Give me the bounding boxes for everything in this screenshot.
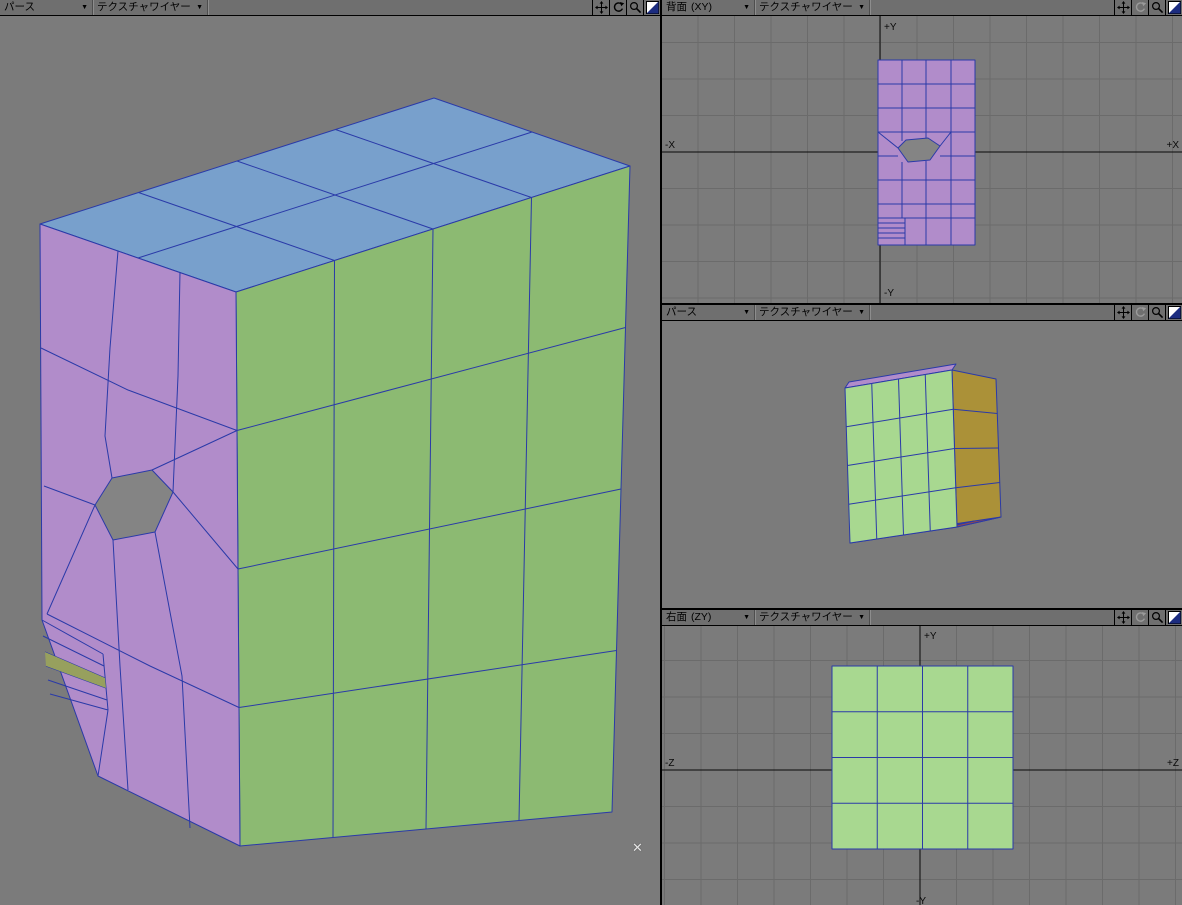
box-mesh-large [39,97,631,847]
header-spacer [208,0,592,15]
rotate-icon [1135,2,1146,12]
pan-button[interactable] [1114,610,1131,625]
display-mode-dropdown[interactable]: テクスチャワイヤー ▼ [755,0,870,15]
right-view-canvas[interactable]: +Y -Z +Z -Y [662,626,1182,905]
view-mode-dropdown[interactable]: 背面 (XY) ▼ [662,0,755,15]
move-icon [1116,611,1130,624]
axis-label-bottom: -Y [884,288,894,299]
rotate-icon [613,2,624,12]
axis-label-left: -X [665,140,675,151]
box-mesh-small [844,363,1002,544]
display-mode-label: テクスチャワイヤー [759,611,853,623]
viewport-header: パース ▼ テクスチャワイヤー ▼ [0,0,660,16]
display-mode-dropdown[interactable]: テクスチャワイヤー ▼ [755,610,870,625]
maximize-button[interactable] [1165,610,1182,625]
magnifier-icon [1151,611,1163,624]
rotate-icon [1135,307,1146,317]
perspective-sub-canvas[interactable] [662,321,1182,608]
move-icon [1116,306,1130,319]
mesh-back-projection [877,59,976,246]
chevron-down-icon: ▼ [743,309,750,316]
header-spacer [870,0,1114,15]
view-mode-dropdown[interactable]: パース ▼ [0,0,93,15]
rotate-button[interactable] [609,0,626,15]
header-spacer [870,610,1114,625]
maximize-button[interactable] [1165,305,1182,320]
rotate-icon [1135,612,1146,622]
move-icon [594,1,608,14]
axis-label-top: +Y [884,22,897,33]
viewport-right: 右面 (ZY) ▼ テクスチャワイヤー ▼ +Y -Z +Z -Y [662,610,1182,905]
box-side-face [951,369,1002,528]
rotate-button [1131,305,1148,320]
mesh-right-projection [831,665,1014,850]
view-axis-suffix: (XY) [691,1,712,13]
viewport-perspective-sub: パース ▼ テクスチャワイヤー ▼ [662,305,1182,608]
pan-button[interactable] [592,0,609,15]
box-front-face [39,223,241,847]
back-view-canvas[interactable]: +Y -X +X -Y [662,16,1182,303]
magnifier-icon [1151,306,1163,319]
view-mode-label: パース [666,306,697,318]
maximize-button[interactable] [1165,0,1182,15]
zoom-button[interactable] [1148,610,1165,625]
move-icon [1116,1,1130,14]
view-mode-label: パース [4,1,35,13]
view-axis-suffix: (ZY) [691,611,712,623]
perspective-main-canvas[interactable]: ✕ [0,16,660,905]
chevron-down-icon: ▼ [858,614,865,621]
maximize-icon [1167,306,1181,319]
maximize-button[interactable] [643,0,660,15]
maximize-icon [1167,1,1181,14]
display-mode-label: テクスチャワイヤー [759,306,853,318]
box-front-face [844,369,958,544]
maximize-icon [645,1,659,14]
axis-label-left: -Z [665,758,674,769]
zoom-button[interactable] [626,0,643,15]
back-view-graphic: +Y -X +X -Y [662,16,1182,303]
axis-label-right: +Z [1167,758,1179,769]
modeler-window: パース ▼ テクスチャワイヤー ▼ ✕ 背面 (XY) ▼ テクスチャワイヤー … [0,0,1182,905]
axis-label-right: +X [1166,140,1179,151]
display-mode-dropdown[interactable]: テクスチャワイヤー ▼ [93,0,208,15]
rotate-button [1131,610,1148,625]
rotate-button [1131,0,1148,15]
right-viewport-column: 背面 (XY) ▼ テクスチャワイヤー ▼ +Y -X +X -Y パース ▼ … [662,0,1182,905]
magnifier-icon [629,1,641,14]
chevron-down-icon: ▼ [743,614,750,621]
viewport-back: 背面 (XY) ▼ テクスチャワイヤー ▼ +Y -X +X -Y [662,0,1182,303]
display-mode-label: テクスチャワイヤー [97,1,191,13]
magnifier-icon [1151,1,1163,14]
view-mode-label: 背面 [666,1,687,13]
display-mode-dropdown[interactable]: テクスチャワイヤー ▼ [755,305,870,320]
right-view-graphic: +Y -Z +Z -Y [662,626,1182,905]
viewport-header: 背面 (XY) ▼ テクスチャワイヤー ▼ [662,0,1182,16]
axis-label-top: +Y [924,631,937,642]
view-mode-dropdown[interactable]: パース ▼ [662,305,755,320]
view-mode-dropdown[interactable]: 右面 (ZY) ▼ [662,610,755,625]
chevron-down-icon: ▼ [81,4,88,11]
chevron-down-icon: ▼ [858,4,865,11]
zoom-button[interactable] [1148,305,1165,320]
pan-button[interactable] [1114,305,1131,320]
axis-label-bottom: -Y [916,896,926,905]
pan-button[interactable] [1114,0,1131,15]
viewport-header: 右面 (ZY) ▼ テクスチャワイヤー ▼ [662,610,1182,626]
chevron-down-icon: ▼ [858,309,865,316]
view-mode-label: 右面 [666,611,687,623]
header-spacer [870,305,1114,320]
zoom-button[interactable] [1148,0,1165,15]
maximize-icon [1167,611,1181,624]
viewport-perspective-main: パース ▼ テクスチャワイヤー ▼ ✕ [0,0,660,905]
display-mode-label: テクスチャワイヤー [759,1,853,13]
viewport-header: パース ▼ テクスチャワイヤー ▼ [662,305,1182,321]
chevron-down-icon: ▼ [196,4,203,11]
chevron-down-icon: ▼ [743,4,750,11]
